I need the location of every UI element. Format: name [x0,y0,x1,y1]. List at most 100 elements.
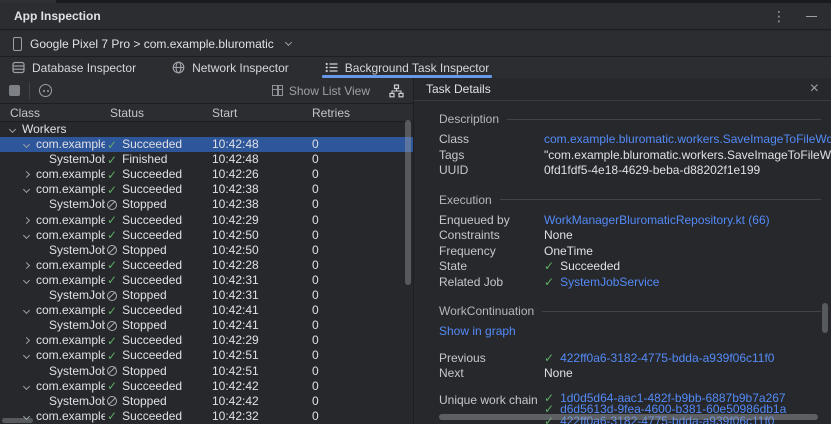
task-row[interactable]: com.example.bl✓Succeeded10:42:480 [0,137,413,152]
start-cell: 10:42:48 [212,152,259,167]
task-row[interactable]: SystemJobSStopped10:42:310 [0,288,413,303]
task-table-toolbar: Show List View [0,78,413,104]
class-cell: SystemJobS [49,197,105,212]
detail-row: UUID0fd1fdf5-4e18-4629-beba-d88202f1e199 [439,163,821,179]
start-cell: 10:42:50 [212,243,259,258]
status-label: Finished [122,152,167,167]
class-cell: com.example.bl [36,213,105,228]
detail-row: State✓Succeeded [439,259,821,275]
tab-network-inspector[interactable]: Network Inspector [172,57,289,78]
task-row[interactable]: com.example.bl✓Succeeded10:42:500 [0,228,413,243]
tab-database-inspector[interactable]: Database Inspector [12,57,136,78]
tree-chevron-icon[interactable] [9,126,16,133]
task-row[interactable]: SystemJobS✓Finished10:42:480 [0,152,413,167]
close-icon[interactable]: × [810,81,819,97]
class-cell: com.example.bl [36,273,105,288]
status-label: Succeeded [122,258,182,273]
vertical-scrollbar[interactable] [822,303,828,333]
tree-chevron-icon[interactable] [23,337,30,344]
detail-link[interactable]: SystemJobService [560,275,659,291]
status-label: Stopped [122,318,167,333]
check-icon: ✓ [107,154,117,166]
check-icon: ✓ [107,259,117,271]
show-list-view-button[interactable]: Show List View [272,84,370,98]
detail-value-line: None [544,228,821,244]
status-label: Stopped [122,364,167,379]
more-options-icon[interactable]: ⋮ [772,9,786,23]
tree-chevron-icon[interactable] [23,352,30,359]
class-cell: com.example.bl [36,409,105,424]
retries-cell: 0 [312,228,319,243]
device-process-selector[interactable]: Google Pixel 7 Pro > com.example.bluroma… [0,31,831,57]
task-row[interactable]: SystemJobSStopped10:42:510 [0,364,413,379]
graph-view-button[interactable] [389,84,404,98]
tree-chevron-icon[interactable] [23,217,30,224]
task-row[interactable]: com.example.bl✓Succeeded10:42:380 [0,182,413,197]
task-row[interactable]: SystemJobSStopped10:42:380 [0,197,413,212]
tab-background-task-inspector[interactable]: Background Task Inspector [325,57,490,78]
detail-value: OneTime [544,244,821,260]
detail-link[interactable]: 422ff0a6-3182-4775-bdda-a939f06c11f0 [560,351,774,367]
column-header-start[interactable]: Start [212,106,237,120]
task-row[interactable]: com.example.bl✓Succeeded10:42:410 [0,303,413,318]
tree-chevron-icon[interactable] [23,141,30,148]
task-row[interactable]: com.example.bl✓Succeeded10:42:260 [0,167,413,182]
detail-row: Previous✓422ff0a6-3182-4775-bdda-a939f06… [439,351,821,367]
start-cell: 10:42:28 [212,258,259,273]
tree-chevron-icon[interactable] [23,232,30,239]
tree-chevron-icon[interactable] [23,383,30,390]
detail-link[interactable]: com.example.bluromatic.workers.SaveImage… [544,132,831,148]
detail-value-line: OneTime [544,244,821,260]
task-row[interactable]: com.example.bl✓Succeeded10:42:420 [0,379,413,394]
retries-cell: 0 [312,333,319,348]
task-row[interactable]: com.example.bl✓Succeeded10:42:510 [0,348,413,363]
detail-row: Related Job✓SystemJobService [439,275,821,291]
status-cell: Stopped [107,364,167,379]
task-row[interactable]: SystemJobSStopped10:42:410 [0,318,413,333]
horizontal-scrollbar[interactable] [2,418,33,423]
retries-cell: 0 [312,213,319,228]
tree-chevron-icon[interactable] [23,262,30,269]
tree-chevron-icon[interactable] [23,277,30,284]
detail-link[interactable]: WorkManagerBluromaticRepository.kt (66) [544,213,770,229]
check-icon: ✓ [107,410,117,422]
column-header-status[interactable]: Status [110,106,144,120]
check-icon: ✓ [107,350,117,362]
show-in-graph-row: Show in graph [439,324,821,340]
status-label: Stopped [122,197,167,212]
task-row[interactable]: SystemJobSStopped10:42:500 [0,243,413,258]
vertical-scrollbar[interactable] [405,120,411,285]
detail-value-line: WorkManagerBluromaticRepository.kt (66) [544,213,821,229]
tree-chevron-icon[interactable] [23,171,30,178]
task-row[interactable]: com.example.bl✓Succeeded10:42:280 [0,258,413,273]
class-cell: com.example.bl [36,137,105,152]
start-cell: 10:42:51 [212,364,259,379]
detail-text: Succeeded [560,259,620,275]
tree-chevron-icon[interactable] [23,307,30,314]
dotted-circle-icon[interactable] [39,84,52,97]
tree-group-row[interactable]: Workers [0,122,413,137]
column-header-class[interactable]: Class [10,106,40,120]
status-cell: ✓Succeeded [107,182,182,197]
task-row[interactable]: com.example.bl✓Succeeded10:42:290 [0,333,413,348]
task-row[interactable]: com.example.bl✓Succeeded10:42:290 [0,213,413,228]
tree-chevron-icon[interactable] [23,186,30,193]
task-row[interactable]: com.example.bl✓Succeeded10:42:320 [0,409,413,424]
section-title-label: Execution [439,193,492,207]
class-cell: com.example.bl [36,348,105,363]
retries-cell: 0 [312,197,319,212]
class-cell: SystemJobS [49,243,105,258]
task-row[interactable]: SystemJobSStopped10:42:420 [0,394,413,409]
detail-value: ✓SystemJobService [544,275,821,291]
check-icon: ✓ [107,229,117,241]
column-header-retries[interactable]: Retries [312,106,350,120]
stop-inspector-button[interactable] [9,85,20,96]
start-cell: 10:42:50 [212,228,259,243]
minimize-icon[interactable] [806,16,817,17]
show-in-graph-link[interactable]: Show in graph [439,324,516,340]
horizontal-scrollbar[interactable] [439,414,818,420]
class-cell: com.example.bl [36,303,105,318]
retries-cell: 0 [312,303,319,318]
task-row[interactable]: com.example.bl✓Succeeded10:42:310 [0,273,413,288]
retries-cell: 0 [312,182,319,197]
